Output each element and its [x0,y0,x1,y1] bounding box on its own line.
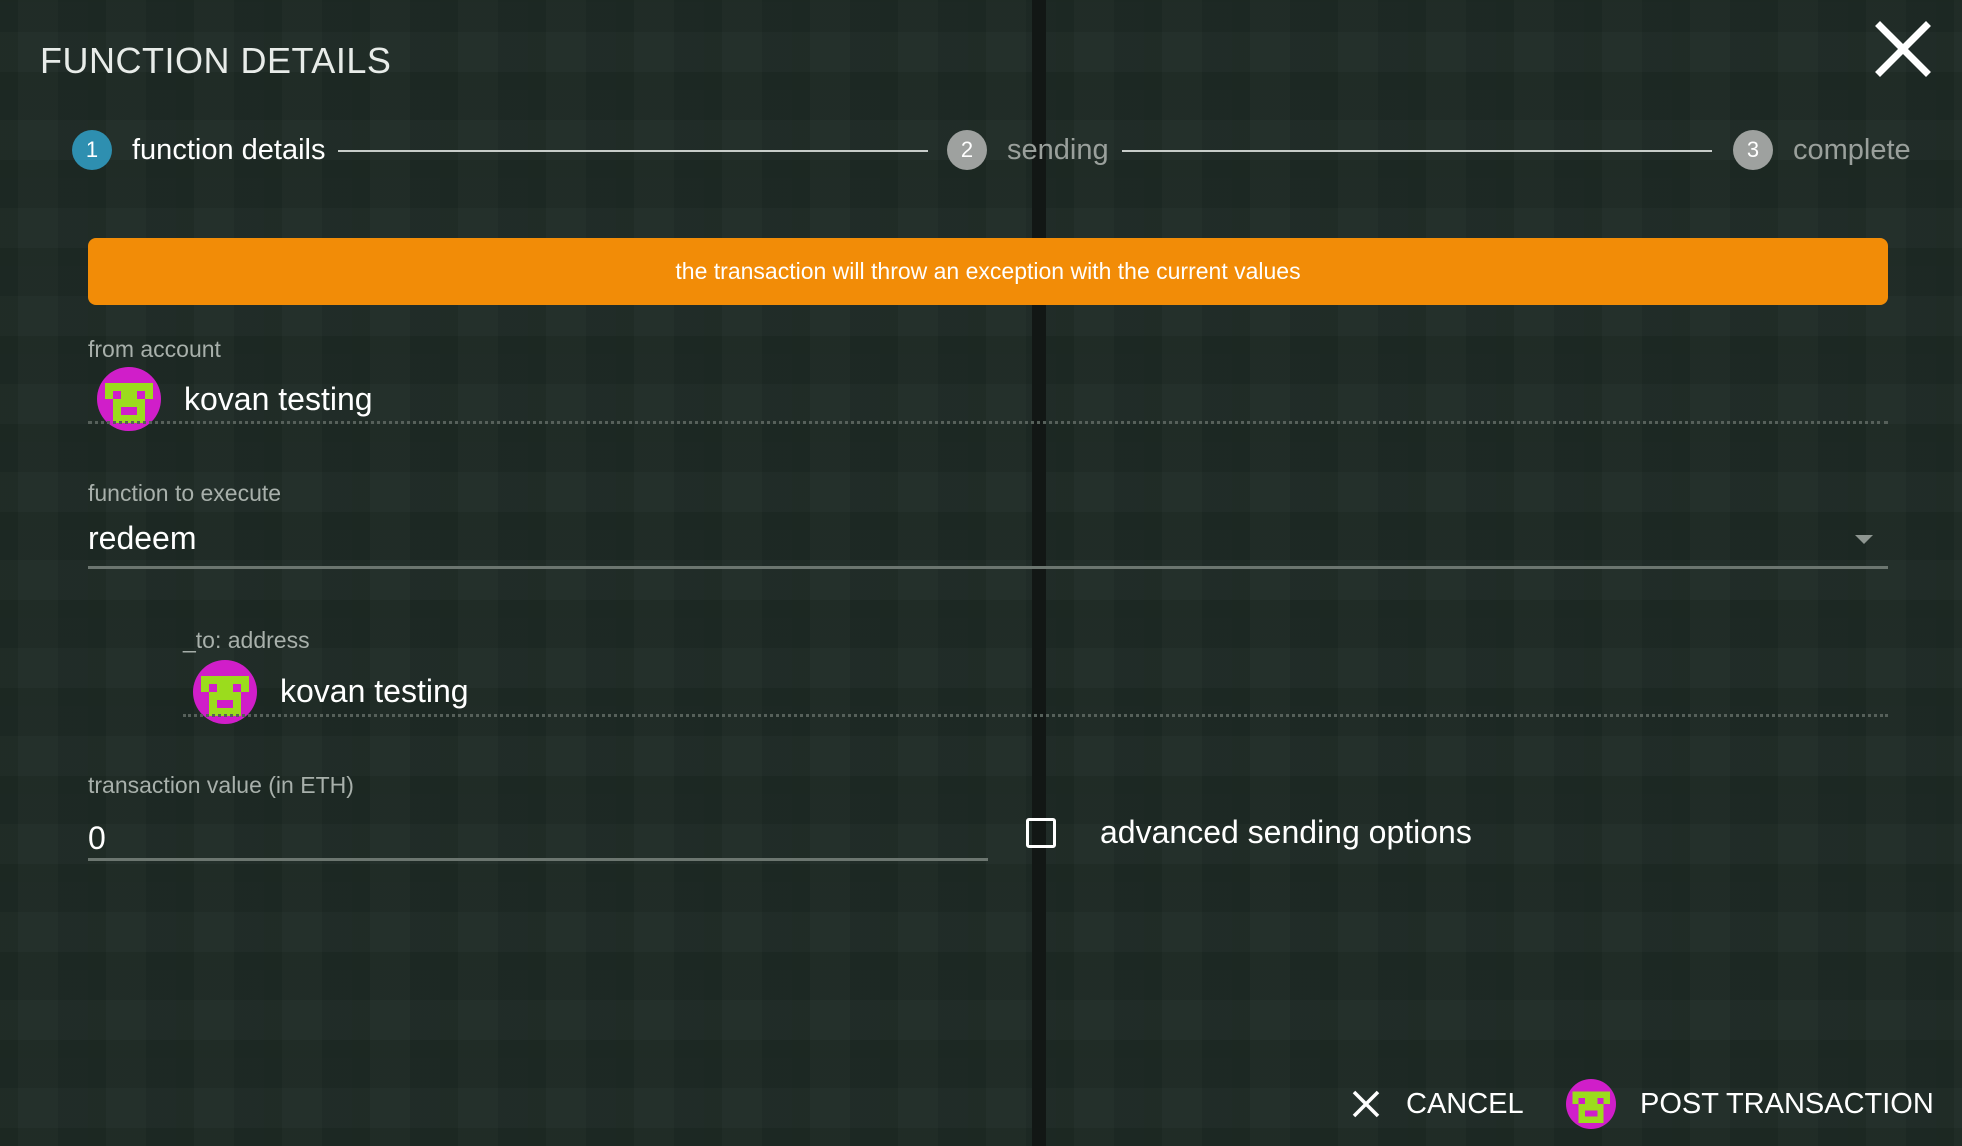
function-select[interactable]: redeem [88,520,197,557]
step-label: sending [1007,133,1109,166]
from-account-name[interactable]: kovan testing [184,381,373,418]
background-divider [1032,0,1046,1146]
step-connector [1122,150,1712,152]
transaction-value-label: transaction value (in ETH) [88,772,354,798]
identicon-icon [1566,1079,1616,1129]
close-icon [1875,21,1931,77]
step-number: 1 [72,130,112,170]
post-transaction-button[interactable]: POST TRANSACTION [1566,1072,1934,1136]
step-label: function details [132,133,326,166]
function-select-label: function to execute [88,480,282,506]
close-icon [1350,1088,1382,1120]
from-account-underline [88,421,1888,424]
param-to-underline [183,714,1888,717]
param-to-account-name[interactable]: kovan testing [280,673,469,710]
cancel-label: CANCEL [1406,1087,1524,1120]
step-number: 3 [1733,130,1773,170]
post-transaction-label: POST TRANSACTION [1640,1087,1934,1120]
step-label: complete [1793,133,1911,166]
warning-banner: the transaction will throw an exception … [88,238,1888,305]
step-sending: 2 sending [947,130,1109,170]
modal-dialog: FUNCTION DETAILS 1 function details 2 se… [0,0,1962,1146]
dialog-title: FUNCTION DETAILS [40,40,392,81]
close-button[interactable] [1872,18,1934,80]
transaction-value-input[interactable] [88,818,988,858]
transaction-value-underline [88,858,988,861]
advanced-options-checkbox[interactable] [1026,818,1056,848]
from-account-label: from account [88,336,221,362]
chevron-down-icon[interactable] [1855,535,1873,544]
step-function-details: 1 function details [72,130,325,170]
function-select-underline [88,566,1888,569]
step-connector [338,150,928,152]
cancel-button[interactable]: CANCEL [1350,1072,1524,1136]
param-to-label: _to: address [183,627,310,653]
step-number: 2 [947,130,987,170]
step-complete: 3 complete [1733,130,1911,170]
advanced-options-label[interactable]: advanced sending options [1100,814,1472,851]
